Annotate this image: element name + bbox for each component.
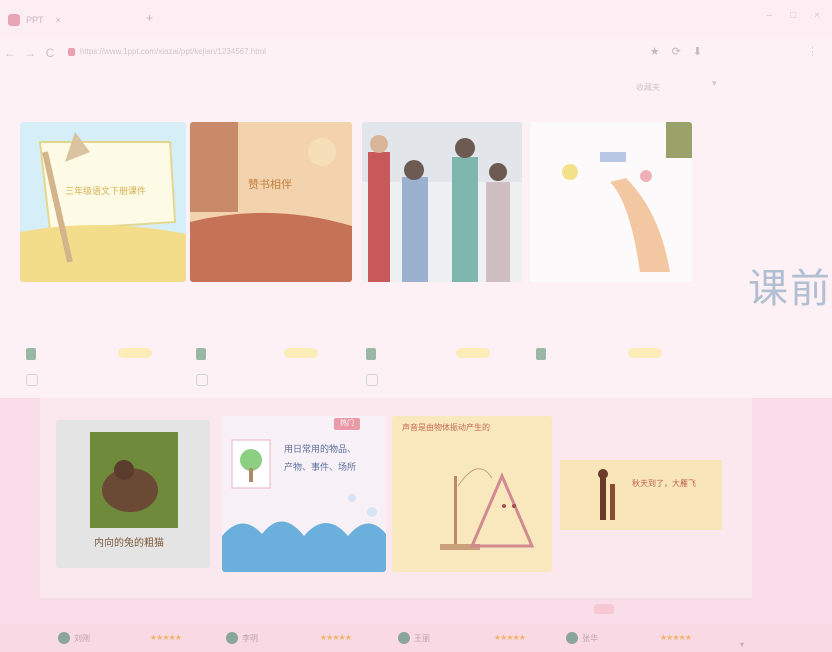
lock-icon (68, 48, 75, 56)
toolbar-icons: ★ ⟳ ⬇ (650, 45, 702, 58)
rating-stars: ★★★★★ (660, 633, 692, 642)
author-avatar[interactable] (196, 348, 206, 360)
scroll-down-icon[interactable]: ▾ (740, 640, 744, 649)
ppt-thumbnail[interactable] (362, 122, 522, 282)
forward-icon[interactable]: → (20, 46, 40, 60)
chevron-down-icon[interactable]: ▾ (712, 78, 717, 89)
ppt-thumbnail[interactable]: 用日常用的物品、 产物、事件、场所 (222, 416, 386, 572)
avatar (398, 632, 410, 644)
sunburst-slide-image: 三年级语文下册课件 (20, 122, 186, 282)
rating-stars: ★★★★★ (494, 633, 526, 642)
tab-bar: PPT × + – □ × (0, 0, 832, 38)
author-item[interactable]: 王丽 (398, 632, 430, 644)
browser-tab[interactable]: PPT × (8, 8, 158, 32)
tree-slide-image: 用日常用的物品、 产物、事件、场所 (222, 416, 386, 572)
svg-text:三年级语文下册课件: 三年级语文下册课件 (65, 185, 146, 197)
price-tag (284, 348, 318, 358)
avatar (58, 632, 70, 644)
ppt-thumbnail[interactable]: 三年级语文下册课件 (20, 122, 186, 282)
price-tag (456, 348, 490, 358)
author-item[interactable]: 刘刚 (58, 632, 90, 644)
window-controls: – □ × (767, 10, 820, 21)
slide-line-1: 用日常用的物品、 (284, 443, 356, 455)
ppt-thumbnail[interactable]: 赞书相伴 (190, 122, 352, 282)
close-window-icon[interactable]: × (814, 10, 820, 21)
hot-badge: 热门 (334, 418, 360, 430)
price-tag (118, 348, 152, 358)
slide-line-2: 产物、事件、场所 (284, 461, 356, 473)
bookmarks-label[interactable]: 收藏夹 (636, 82, 660, 93)
preview-icon[interactable] (196, 374, 208, 386)
download-icon[interactable]: ⬇ (693, 45, 702, 58)
bookmark-icon[interactable]: ★ (650, 45, 660, 58)
author-name: 张华 (582, 633, 598, 643)
geese-slide-image: 秋天到了，大雁飞 (560, 460, 722, 530)
download-button[interactable] (594, 604, 614, 614)
back-icon[interactable]: ← (0, 46, 20, 60)
url-field[interactable]: https://www.1ppt.com/xiazai/ppt/kejian/1… (80, 47, 640, 56)
menu-icon[interactable]: ⋮ (807, 45, 818, 58)
sound-experiment-image: 声音是由物体振动产生的 (392, 416, 552, 572)
card-row-1: 三年级语文下册课件 赞书相伴 (0, 122, 832, 392)
ppt-thumbnail[interactable]: 内向的兔的粗猫 (56, 420, 210, 568)
side-heading: 课前 (748, 266, 832, 312)
preview-icon[interactable] (26, 374, 38, 386)
students-photo (362, 122, 522, 282)
author-name: 王丽 (414, 633, 430, 643)
author-name: 李明 (242, 633, 258, 643)
author-item[interactable]: 李明 (226, 632, 258, 644)
author-name: 刘刚 (74, 633, 90, 643)
reload-icon[interactable]: C (40, 46, 60, 60)
tab-title: PPT (26, 15, 44, 25)
maximize-icon[interactable]: □ (790, 10, 796, 21)
rating-stars: ★★★★★ (150, 633, 182, 642)
rabbit-slide-image: 内向的兔的粗猫 (56, 420, 210, 568)
preview-icon[interactable] (366, 374, 378, 386)
price-tag (628, 348, 662, 358)
writing-hand-image (530, 122, 692, 282)
close-tab-icon[interactable]: × (56, 15, 61, 25)
ppt-thumbnail[interactable] (530, 122, 692, 282)
author-avatar[interactable] (366, 348, 376, 360)
slide-title: 赞书相伴 (248, 178, 292, 191)
sync-icon[interactable]: ⟳ (672, 45, 681, 58)
slide-title: 秋天到了，大雁飞 (632, 478, 696, 488)
avatar (566, 632, 578, 644)
author-avatar[interactable] (536, 348, 546, 360)
rating-stars: ★★★★★ (320, 633, 352, 642)
slide-title: 内向的兔的粗猫 (94, 536, 164, 549)
new-tab-button[interactable]: + (146, 11, 153, 25)
author-item[interactable]: 张华 (566, 632, 598, 644)
ppt-thumbnail[interactable]: 秋天到了，大雁飞 (560, 460, 722, 530)
ppt-thumbnail[interactable]: 声音是由物体振动产生的 (392, 416, 552, 572)
avatar (226, 632, 238, 644)
minimize-icon[interactable]: – (767, 10, 773, 21)
favicon-icon (8, 14, 20, 26)
slide-title: 声音是由物体振动产生的 (402, 422, 490, 432)
book-slide-image: 赞书相伴 (190, 122, 352, 282)
author-avatar[interactable] (26, 348, 36, 360)
